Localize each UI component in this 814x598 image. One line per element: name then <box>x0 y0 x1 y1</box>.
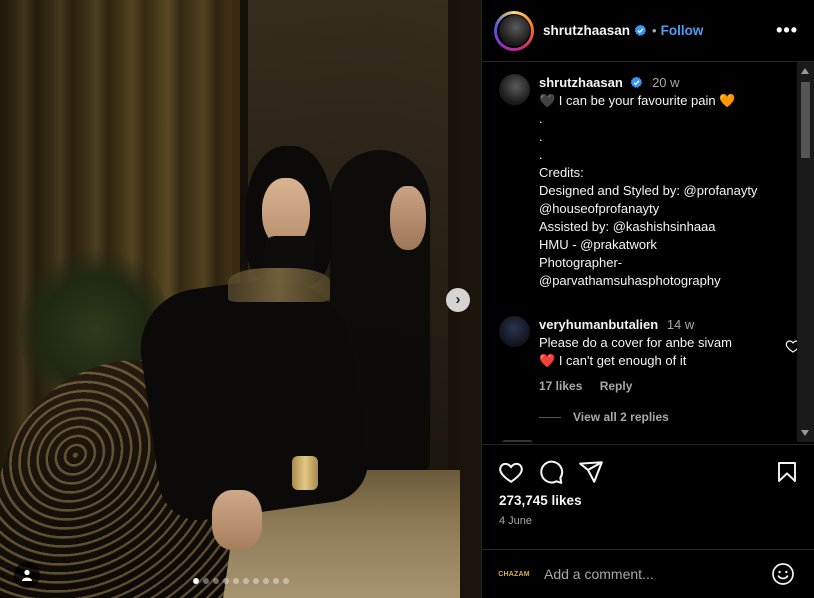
reflection-face <box>390 186 426 250</box>
comment-text: Please do a cover for anbe sivam <box>539 335 732 350</box>
side-panel: shrutzhaasan • Follow ••• shrutzhaasan 2… <box>481 0 814 598</box>
comment-input[interactable] <box>544 566 754 582</box>
post-date[interactable]: 4 June <box>499 515 532 527</box>
story-ring[interactable] <box>494 10 534 51</box>
comment-likes[interactable]: 17 likes <box>539 379 582 393</box>
caption-avatar[interactable] <box>499 74 530 105</box>
comment-icon[interactable] <box>538 459 564 485</box>
current-user-avatar-label: CHAZAM <box>498 570 530 578</box>
carousel-dot <box>253 578 259 584</box>
caption-line: Designed and Styled by: @profanayty <box>539 183 758 198</box>
comment-avatar[interactable] <box>499 316 530 347</box>
comment-item: veryhumanbutalien 14 w Please do a cover… <box>499 316 798 393</box>
next-icon[interactable]: › <box>446 288 470 312</box>
post-actions: 273,745 likes 4 June <box>482 444 814 549</box>
caption-time[interactable]: 20 w <box>652 75 679 90</box>
scroll-down-arrow[interactable] <box>801 430 809 436</box>
caption-line: Credits: <box>539 165 584 180</box>
follow-button[interactable]: Follow <box>661 23 704 38</box>
reply-button[interactable]: Reply <box>600 379 633 393</box>
carousel-dot <box>203 578 209 584</box>
carousel-dot <box>213 578 219 584</box>
carousel-indicator <box>193 578 289 584</box>
avatar[interactable] <box>498 15 530 46</box>
carousel-dot <box>283 578 289 584</box>
comment-username[interactable]: veryhumanbutalien <box>539 317 658 332</box>
caption-line: . <box>539 147 543 162</box>
red-heart-emoji: ❤️ <box>539 353 556 368</box>
carousel-dot <box>233 578 239 584</box>
caption-line: @parvathamsuhasphotography <box>539 273 721 288</box>
next-comment-avatar <box>502 440 533 442</box>
current-user-avatar: CHAZAM <box>498 564 530 584</box>
carousel-dot <box>263 578 269 584</box>
verified-icon <box>631 76 643 88</box>
likes-count[interactable]: 273,745 likes <box>499 493 582 508</box>
bookmark-icon[interactable] <box>775 459 799 485</box>
more-icon[interactable]: ••• <box>776 20 798 41</box>
hand <box>212 490 262 550</box>
carousel-dot <box>273 578 279 584</box>
emoji-icon[interactable] <box>771 562 795 586</box>
header-username[interactable]: shrutzhaasan <box>543 23 630 38</box>
caption-line: HMU - @prakatwork <box>539 237 657 252</box>
tag-icon[interactable] <box>14 562 40 588</box>
gold-cuff <box>292 456 318 490</box>
caption-line: @houseofprofanayty <box>539 201 660 216</box>
embellished-collar <box>228 268 330 302</box>
separator-dot: • <box>652 23 657 38</box>
carousel-dot <box>223 578 229 584</box>
scroll-thumb[interactable] <box>801 82 810 158</box>
caption: shrutzhaasan 20 w 🖤 I can be your favour… <box>499 74 789 290</box>
post-modal: › shrutzhaasan • Follow ••• shrutzhaasan… <box>0 0 814 598</box>
replies-divider <box>539 416 561 418</box>
post-header: shrutzhaasan • Follow ••• <box>482 0 814 62</box>
carousel-dot <box>193 578 199 584</box>
caption-line: Assisted by: @kashishsinhaaa <box>539 219 716 234</box>
caption-username[interactable]: shrutzhaasan <box>539 75 623 90</box>
share-icon[interactable] <box>578 459 604 485</box>
arm <box>228 358 302 512</box>
comments-list[interactable]: shrutzhaasan 20 w 🖤 I can be your favour… <box>482 62 798 442</box>
caption-line: . <box>539 129 543 144</box>
view-replies-button[interactable]: View all 2 replies <box>539 410 669 424</box>
post-photo[interactable]: › <box>0 0 481 598</box>
add-comment-bar: CHAZAM <box>482 549 814 598</box>
caption-line: 🖤 I can be your favourite pain 🧡 <box>539 93 736 108</box>
comment-text: I can't get enough of it <box>558 353 687 368</box>
scroll-up-arrow[interactable] <box>801 68 809 74</box>
comments-scrollbar[interactable] <box>797 62 814 442</box>
verified-icon <box>634 24 647 36</box>
carousel-dot <box>243 578 249 584</box>
caption-line: Photographer- <box>539 255 623 270</box>
comment-time[interactable]: 14 w <box>667 317 694 332</box>
heart-icon[interactable] <box>498 459 524 485</box>
caption-line: . <box>539 111 543 126</box>
view-replies-label[interactable]: View all 2 replies <box>573 410 669 424</box>
